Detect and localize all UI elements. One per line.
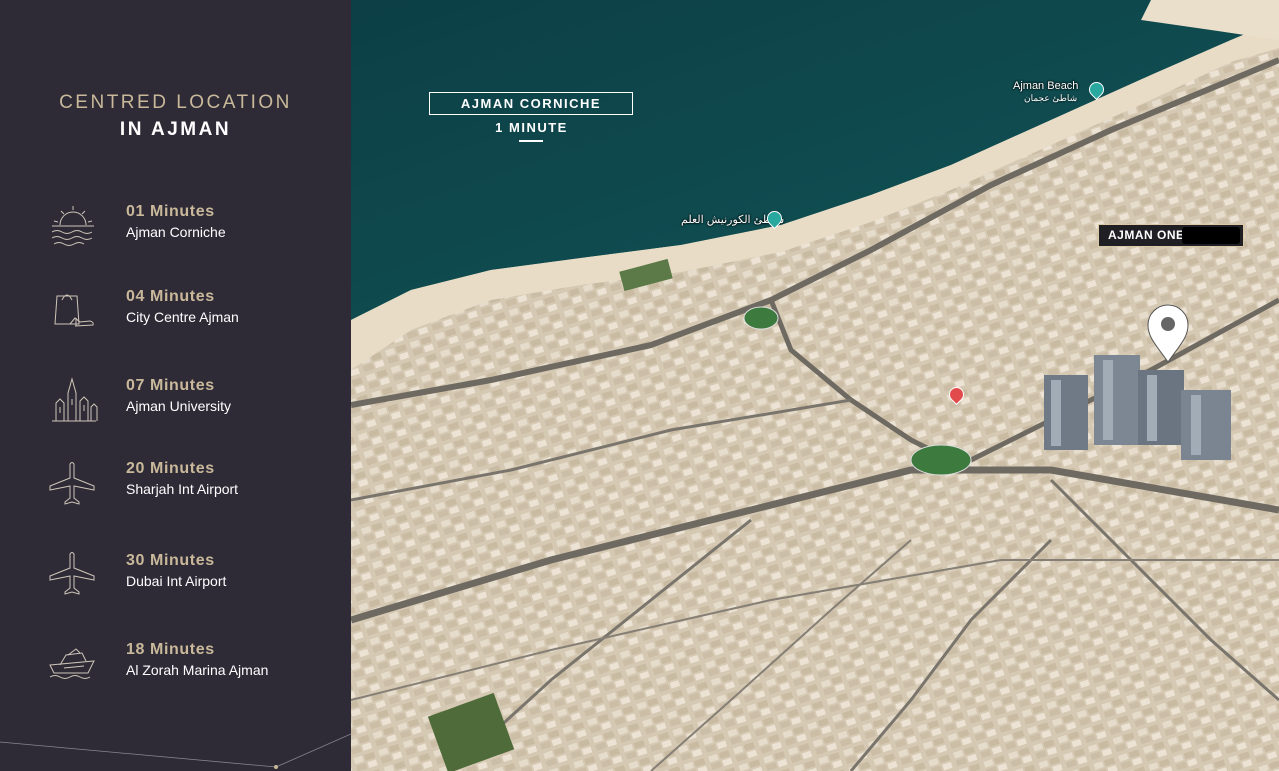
airplane-icon (49, 552, 95, 595)
project-name: AJMAN ONE (1108, 228, 1185, 242)
travel-minutes: 20 Minutes (126, 460, 215, 477)
info-panel: CENTRED LOCATION IN AJMAN 01 Minutes Ajm… (0, 0, 351, 771)
airplane-icon (49, 462, 95, 505)
travel-destination: Al Zorah Marina Ajman (126, 662, 269, 678)
redacted-area (1182, 227, 1240, 244)
university-building-icon (52, 377, 98, 422)
travel-item-sharjah-airport: 20 Minutes Sharjah Int Airport (0, 460, 351, 520)
travel-destination: Dubai Int Airport (126, 573, 227, 589)
travel-minutes: 01 Minutes (126, 203, 215, 220)
travel-destination: Ajman Corniche (126, 224, 226, 240)
decorative-lines (0, 733, 351, 769)
corniche-label: AJMAN CORNICHE (429, 92, 633, 115)
travel-minutes: 04 Minutes (126, 288, 215, 305)
shopping-bag-icon (54, 294, 94, 327)
project-label: AJMAN ONE (1098, 224, 1244, 247)
travel-item-al-zorah-marina: 18 Minutes Al Zorah Marina Ajman (0, 641, 351, 701)
travel-destination: Sharjah Int Airport (126, 481, 239, 497)
travel-item-dubai-airport: 30 Minutes Dubai Int Airport (0, 552, 351, 612)
poi-ajman-beach-arabic: شاطئ عجمان (1024, 93, 1078, 103)
travel-item-city-centre: 04 Minutes City Centre Ajman (0, 288, 351, 348)
travel-destination: City Centre Ajman (126, 309, 239, 325)
travel-item-corniche: 01 Minutes Ajman Corniche (0, 203, 351, 263)
panel-title-line1: CENTRED LOCATION (59, 92, 292, 113)
travel-destination: Ajman University (126, 398, 232, 414)
corniche-underline (519, 140, 543, 142)
travel-minutes: 07 Minutes (126, 377, 215, 394)
travel-minutes: 18 Minutes (126, 641, 215, 658)
travel-minutes: 30 Minutes (126, 552, 215, 569)
yacht-icon (49, 648, 95, 679)
map-imagery (351, 0, 1279, 771)
panel-title-line2: IN AJMAN (119, 119, 232, 140)
travel-item-university: 07 Minutes Ajman University (0, 377, 351, 437)
sun-over-water-icon (51, 206, 94, 246)
corniche-time: 1 MINUTE (495, 120, 568, 135)
poi-ajman-beach[interactable]: Ajman Beach (1013, 80, 1078, 92)
satellite-map[interactable]: AJMAN CORNICHE 1 MINUTE Ajman Beach شاطئ… (351, 0, 1279, 771)
